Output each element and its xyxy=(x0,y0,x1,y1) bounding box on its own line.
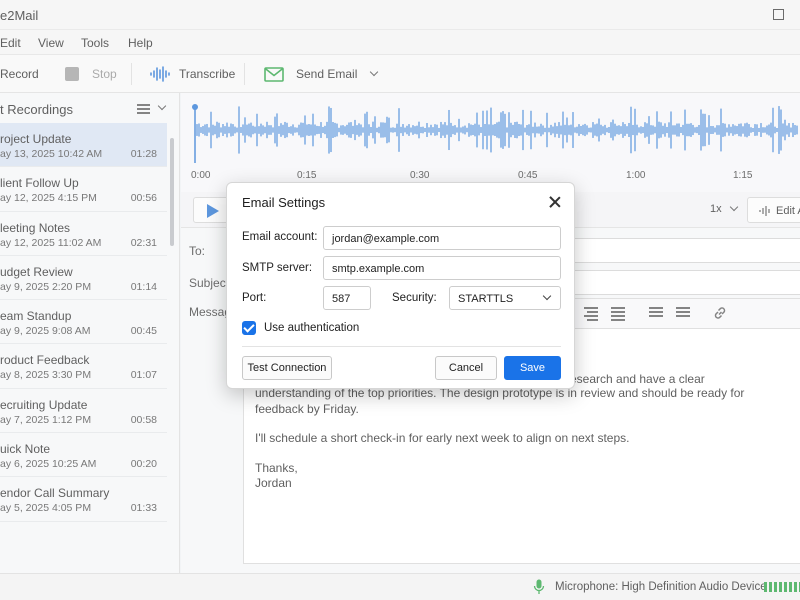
dialog-divider xyxy=(242,346,561,347)
cancel-button[interactable]: Cancel xyxy=(435,356,497,380)
use-authentication-label: Use authentication xyxy=(264,322,360,334)
smtp-server-label: SMTP server: xyxy=(242,262,313,274)
port-label: Port: xyxy=(242,292,267,304)
security-label: Security: xyxy=(392,292,437,304)
save-button[interactable]: Save xyxy=(504,356,561,380)
close-icon[interactable] xyxy=(549,196,561,208)
email-account-label: Email account: xyxy=(242,231,318,243)
dialog-title: Email Settings xyxy=(242,195,326,210)
use-authentication-checkbox[interactable] xyxy=(242,321,256,335)
smtp-server-input[interactable]: smtp.example.com xyxy=(323,256,561,280)
security-value: STARTTLS xyxy=(458,293,514,305)
email-settings-dialog: Email Settings Email account: jordan@exa… xyxy=(226,182,575,389)
email-account-input[interactable]: jordan@example.com xyxy=(323,226,561,250)
security-select[interactable]: STARTTLS xyxy=(449,286,561,310)
test-connection-button[interactable]: Test Connection xyxy=(242,356,332,380)
chevron-down-icon xyxy=(542,291,552,301)
port-input[interactable]: 587 xyxy=(323,286,371,310)
